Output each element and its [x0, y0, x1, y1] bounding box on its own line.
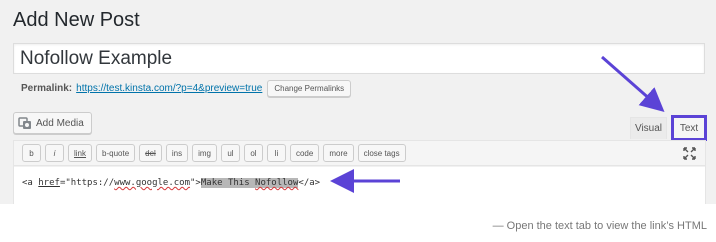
code-open-tag: <a: [22, 178, 39, 188]
quicktag-bold-button[interactable]: b: [22, 144, 41, 162]
tab-text[interactable]: Text: [671, 115, 707, 141]
quicktag-del-button[interactable]: del: [139, 144, 162, 162]
code-equals-quote: =": [59, 178, 71, 188]
permalink-label: Permalink:: [21, 82, 73, 94]
figure-caption: — Open the text tab to view the link’s H…: [492, 220, 707, 232]
quicktags-toolbar: b i link b-quote del ins img ul ol li co…: [14, 141, 705, 166]
html-code-textarea[interactable]: <a href="https://www.google.com">Make Th…: [14, 167, 705, 205]
permalink-url-link[interactable]: https://test.kinsta.com/?p=4&preview=tru…: [76, 83, 262, 94]
code-end-tag: </a>: [298, 178, 321, 188]
quicktag-code-button[interactable]: code: [289, 144, 320, 162]
quicktag-ol-button[interactable]: ol: [243, 144, 263, 162]
tab-visual[interactable]: Visual: [630, 117, 667, 139]
post-editor-panel: Add New Post Permalink: https://test.kin…: [0, 0, 716, 205]
page-title: Add New Post: [13, 9, 140, 31]
quicktag-link-button[interactable]: link: [68, 144, 93, 162]
code-href-attribute: href: [38, 178, 60, 188]
code-url-host: www.google.com: [114, 178, 191, 188]
change-permalinks-button[interactable]: Change Permalinks: [267, 79, 352, 97]
quicktag-ul-button[interactable]: ul: [220, 144, 240, 162]
quicktag-img-button[interactable]: img: [192, 144, 217, 162]
code-selected-word: Nofollow: [255, 178, 299, 188]
quicktag-italic-button[interactable]: i: [45, 144, 64, 162]
quicktag-close-tags-button[interactable]: close tags: [357, 144, 406, 162]
add-media-button[interactable]: Add Media: [13, 112, 92, 134]
code-url-scheme: https://: [70, 178, 115, 188]
quicktag-blockquote-button[interactable]: b-quote: [96, 144, 136, 162]
quicktag-ins-button[interactable]: ins: [165, 144, 189, 162]
permalink-row: Permalink: https://test.kinsta.com/?p=4&…: [21, 79, 352, 97]
fullscreen-icon[interactable]: [683, 147, 696, 160]
code-close-quote: ">: [190, 178, 201, 188]
media-camera-icon: [18, 116, 32, 130]
post-title-input[interactable]: [13, 43, 705, 74]
quicktag-li-button[interactable]: li: [266, 144, 286, 162]
text-editor: b i link b-quote del ins img ul ol li co…: [13, 140, 706, 205]
add-media-label: Add Media: [36, 117, 84, 129]
code-selected-text: Make This: [200, 178, 256, 188]
quicktag-more-button[interactable]: more: [323, 144, 354, 162]
